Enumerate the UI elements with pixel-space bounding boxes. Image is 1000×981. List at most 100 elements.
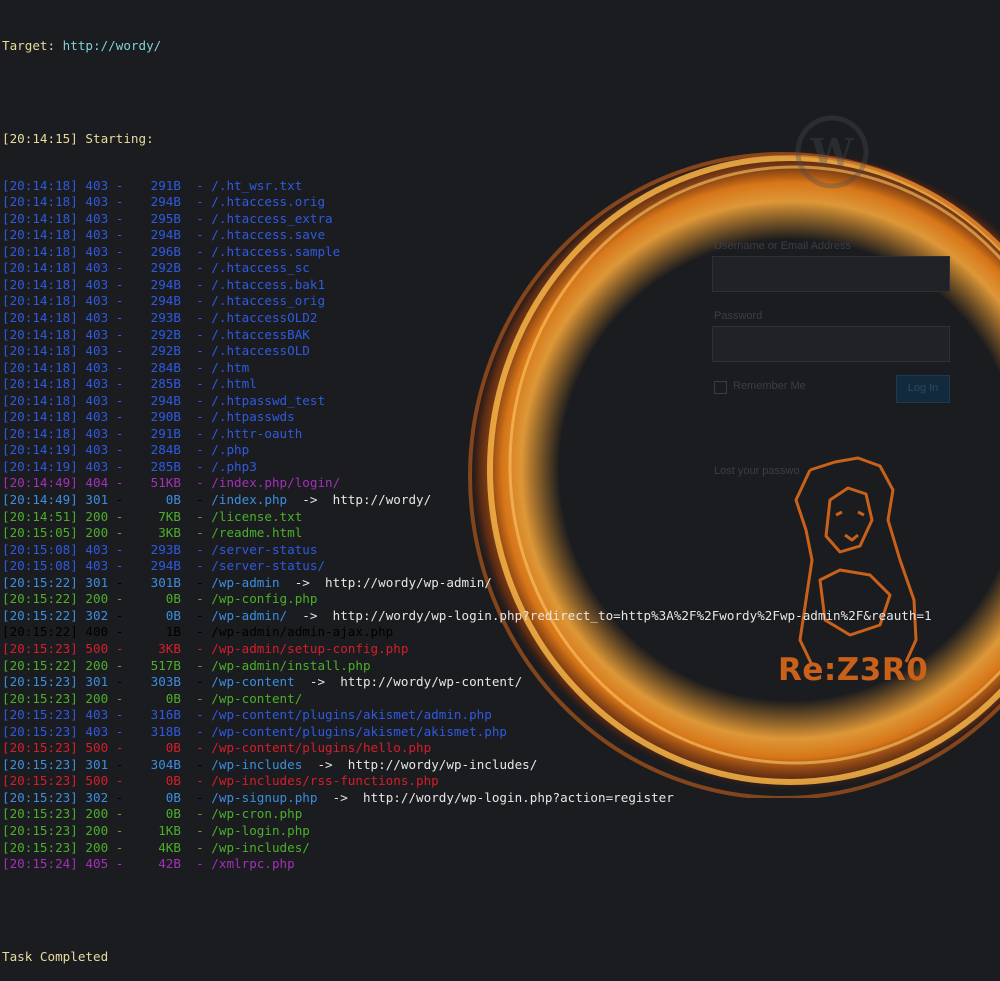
- row-path: /.htaccess_sc: [211, 260, 310, 276]
- row-timestamp: [20:14:19]: [2, 442, 78, 458]
- row-status-code: 200: [85, 806, 109, 822]
- row-timestamp: [20:15:23]: [2, 640, 78, 656]
- row-path: /wp-content/plugins/akismet/akismet.php: [211, 723, 507, 739]
- redirect-arrow: ->: [287, 607, 333, 623]
- redirect-arrow: ->: [317, 789, 363, 805]
- redirect-arrow: ->: [279, 574, 326, 590]
- row-path: /wp-signup.php: [211, 789, 318, 805]
- result-row: [20:14:49] 301 -0B - /index.php -> http:…: [2, 492, 432, 508]
- row-status-code: 403: [85, 276, 109, 292]
- result-row: [20:14:18] 403 -296B - /.htaccess.sample: [2, 243, 341, 259]
- result-row: [20:14:18] 403 -292B - /.htaccessOLD: [2, 343, 310, 359]
- row-size: 4KB: [158, 839, 181, 855]
- row-timestamp: [20:14:18]: [2, 227, 78, 243]
- row-timestamp: [20:15:05]: [2, 525, 78, 541]
- result-row: [20:15:23] 403 -318B - /wp-content/plugi…: [2, 723, 507, 739]
- row-timestamp: [20:15:23]: [2, 723, 78, 739]
- row-status-code: 403: [85, 558, 109, 574]
- row-size: 0B: [165, 690, 181, 706]
- row-status-code: 403: [85, 442, 109, 458]
- row-size: 285B: [150, 458, 181, 474]
- result-row: [20:14:18] 403 -284B - /.htm: [2, 359, 250, 375]
- row-timestamp: [20:15:23]: [2, 707, 78, 723]
- row-size: 3KB: [158, 525, 181, 541]
- row-timestamp: [20:15:08]: [2, 558, 78, 574]
- result-row: [20:14:18] 403 -294B - /.htaccess.save: [2, 227, 326, 243]
- row-path: /server-status: [211, 541, 318, 557]
- row-size: 304B: [150, 756, 181, 772]
- result-row: [20:15:08] 403 -294B - /server-status/: [2, 558, 326, 574]
- row-size: 42B: [158, 856, 181, 872]
- row-path: /index.php: [211, 492, 288, 508]
- row-timestamp: [20:15:23]: [2, 690, 78, 706]
- result-row: [20:15:22] 200 -517B - /wp-admin/install…: [2, 657, 371, 673]
- row-size: 292B: [150, 343, 181, 359]
- row-status-code: 500: [85, 773, 109, 789]
- row-path: /.htaccessBAK: [211, 326, 310, 342]
- result-row: [20:14:18] 403 -294B - /.htaccess.orig: [2, 194, 326, 210]
- row-timestamp: [20:15:23]: [2, 839, 78, 855]
- row-status-code: 200: [85, 508, 109, 524]
- row-status-code: 200: [85, 525, 109, 541]
- row-timestamp: [20:15:23]: [2, 806, 78, 822]
- row-path: /server-status/: [211, 558, 326, 574]
- result-row: [20:15:23] 200 -1KB - /wp-login.php: [2, 822, 310, 838]
- row-status-code: 200: [85, 657, 109, 673]
- row-path: /.htm: [211, 359, 250, 375]
- row-status-code: 301: [85, 756, 109, 772]
- row-status-code: 302: [85, 789, 109, 805]
- row-timestamp: [20:14:18]: [2, 425, 78, 441]
- row-status-code: 302: [85, 607, 109, 623]
- redirect-arrow: ->: [294, 674, 341, 690]
- result-row: [20:14:19] 403 -285B - /.php3: [2, 458, 257, 474]
- row-path: /wp-content/plugins/hello.php: [211, 740, 432, 756]
- result-row: [20:15:05] 200 -3KB - /readme.html: [2, 525, 303, 541]
- row-redirect-url: http://wordy/wp-admin/: [325, 574, 492, 590]
- row-size: 294B: [150, 276, 181, 292]
- result-row: [20:15:23] 500 -3KB - /wp-admin/setup-co…: [2, 640, 409, 656]
- result-row: [20:15:22] 200 -0B - /wp-config.php: [2, 591, 318, 607]
- row-path: /wp-login.php: [211, 822, 310, 838]
- row-size: 292B: [150, 260, 181, 276]
- result-row: [20:14:49] 404 -51KB - /index.php/login/: [2, 475, 341, 491]
- row-status-code: 403: [85, 177, 109, 193]
- result-row: [20:14:18] 403 -292B - /.htaccessBAK: [2, 326, 310, 342]
- row-path: /wp-admin/: [211, 607, 288, 623]
- row-size: 303B: [150, 674, 181, 690]
- result-row: [20:14:18] 403 -291B - /.ht_wsr.txt: [2, 177, 303, 193]
- result-row: [20:14:18] 403 -295B - /.htaccess_extra: [2, 210, 333, 226]
- row-timestamp: [20:14:18]: [2, 177, 78, 193]
- row-status-code: 200: [85, 839, 109, 855]
- result-row: [20:15:23] 403 -316B - /wp-content/plugi…: [2, 707, 492, 723]
- row-redirect-url: http://wordy/: [332, 492, 432, 508]
- row-timestamp: [20:14:18]: [2, 260, 78, 276]
- row-timestamp: [20:14:18]: [2, 343, 78, 359]
- row-path: /.php3: [211, 458, 257, 474]
- row-timestamp: [20:15:23]: [2, 773, 78, 789]
- row-redirect-url: http://wordy/wp-login.php?redirect_to=ht…: [332, 607, 932, 623]
- row-size: 291B: [150, 425, 181, 441]
- row-size: 316B: [150, 707, 181, 723]
- row-size: 0B: [165, 789, 181, 805]
- row-path: /wp-content/: [211, 690, 303, 706]
- row-size: 318B: [150, 723, 181, 739]
- row-path: /wp-config.php: [211, 591, 318, 607]
- row-size: 0B: [165, 740, 181, 756]
- terminal-output: Target: http://wordy/ [20:14:15] Startin…: [2, 8, 932, 981]
- row-path: /.htaccess_extra: [211, 210, 333, 226]
- row-size: 284B: [150, 442, 181, 458]
- row-size: 284B: [150, 359, 181, 375]
- row-status-code: 403: [85, 260, 109, 276]
- row-status-code: 405: [85, 856, 109, 872]
- result-row: [20:14:18] 403 -292B - /.htaccess_sc: [2, 260, 310, 276]
- row-status-code: 301: [85, 492, 109, 508]
- result-row: [20:15:23] 302 -0B - /wp-signup.php -> h…: [2, 789, 674, 805]
- result-row: [20:15:22] 400 -1B - /wp-admin/admin-aja…: [2, 624, 394, 640]
- result-row: [20:15:24] 405 -42B - /xmlrpc.php: [2, 856, 295, 872]
- row-timestamp: [20:14:49]: [2, 492, 78, 508]
- row-timestamp: [20:15:22]: [2, 607, 78, 623]
- row-status-code: 403: [85, 293, 109, 309]
- row-timestamp: [20:14:18]: [2, 243, 78, 259]
